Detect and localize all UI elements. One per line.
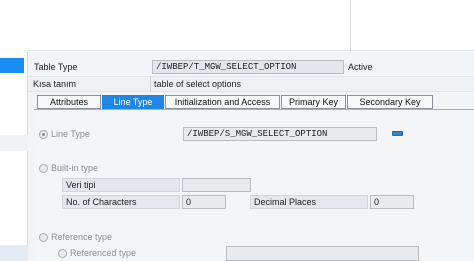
table-type-label: Table Type [34, 62, 78, 72]
referenced-type-field[interactable] [226, 246, 419, 261]
divider [150, 76, 151, 92]
short-text-field[interactable]: table of select options [154, 79, 241, 89]
navigation-selected-item[interactable] [0, 58, 24, 73]
short-text-row [28, 76, 474, 92]
tab-line-type[interactable]: Line Type [102, 95, 164, 109]
chars-label: No. of Characters [62, 195, 180, 209]
navigation-item[interactable] [0, 245, 28, 261]
builtin-type-label: Built-in type [51, 163, 99, 173]
short-text-label: Kısa tanım [33, 79, 77, 89]
data-type-field[interactable] [182, 178, 251, 192]
navigation-item[interactable] [0, 135, 28, 151]
navigate-icon[interactable] [392, 131, 403, 136]
toolbar-area [28, 0, 474, 51]
data-type-label: Veri tipi [62, 178, 180, 192]
referenced-type-radio[interactable] [58, 249, 67, 258]
referenced-type-label: Referenced type [70, 248, 137, 258]
status-text: Active [348, 62, 373, 72]
navigation-pane-header [0, 0, 28, 52]
reference-type-label: Reference type [51, 232, 113, 242]
tab-attributes[interactable]: Attributes [37, 95, 101, 109]
app-window: Table Type /IWBEP/T_MGW_SELECT_OPTION Ac… [0, 0, 474, 261]
table-type-field[interactable]: /IWBEP/T_MGW_SELECT_OPTION [152, 60, 344, 74]
chars-field[interactable]: 0 [182, 195, 226, 209]
line-type-field[interactable]: /IWBEP/S_MGW_SELECT_OPTION [183, 127, 377, 141]
line-type-label: Line Type [51, 129, 90, 139]
divider [350, 0, 351, 52]
tab-secondary-key[interactable]: Secondary Key [347, 95, 433, 109]
builtin-type-radio[interactable] [39, 164, 48, 173]
decimals-field[interactable]: 0 [370, 195, 414, 209]
reference-type-radio[interactable] [39, 233, 48, 242]
tab-initialization-and-access[interactable]: Initialization and Access [165, 95, 280, 109]
decimals-label: Decimal Places [250, 195, 368, 209]
tab-primary-key[interactable]: Primary Key [281, 95, 346, 109]
line-type-radio[interactable] [39, 130, 48, 139]
